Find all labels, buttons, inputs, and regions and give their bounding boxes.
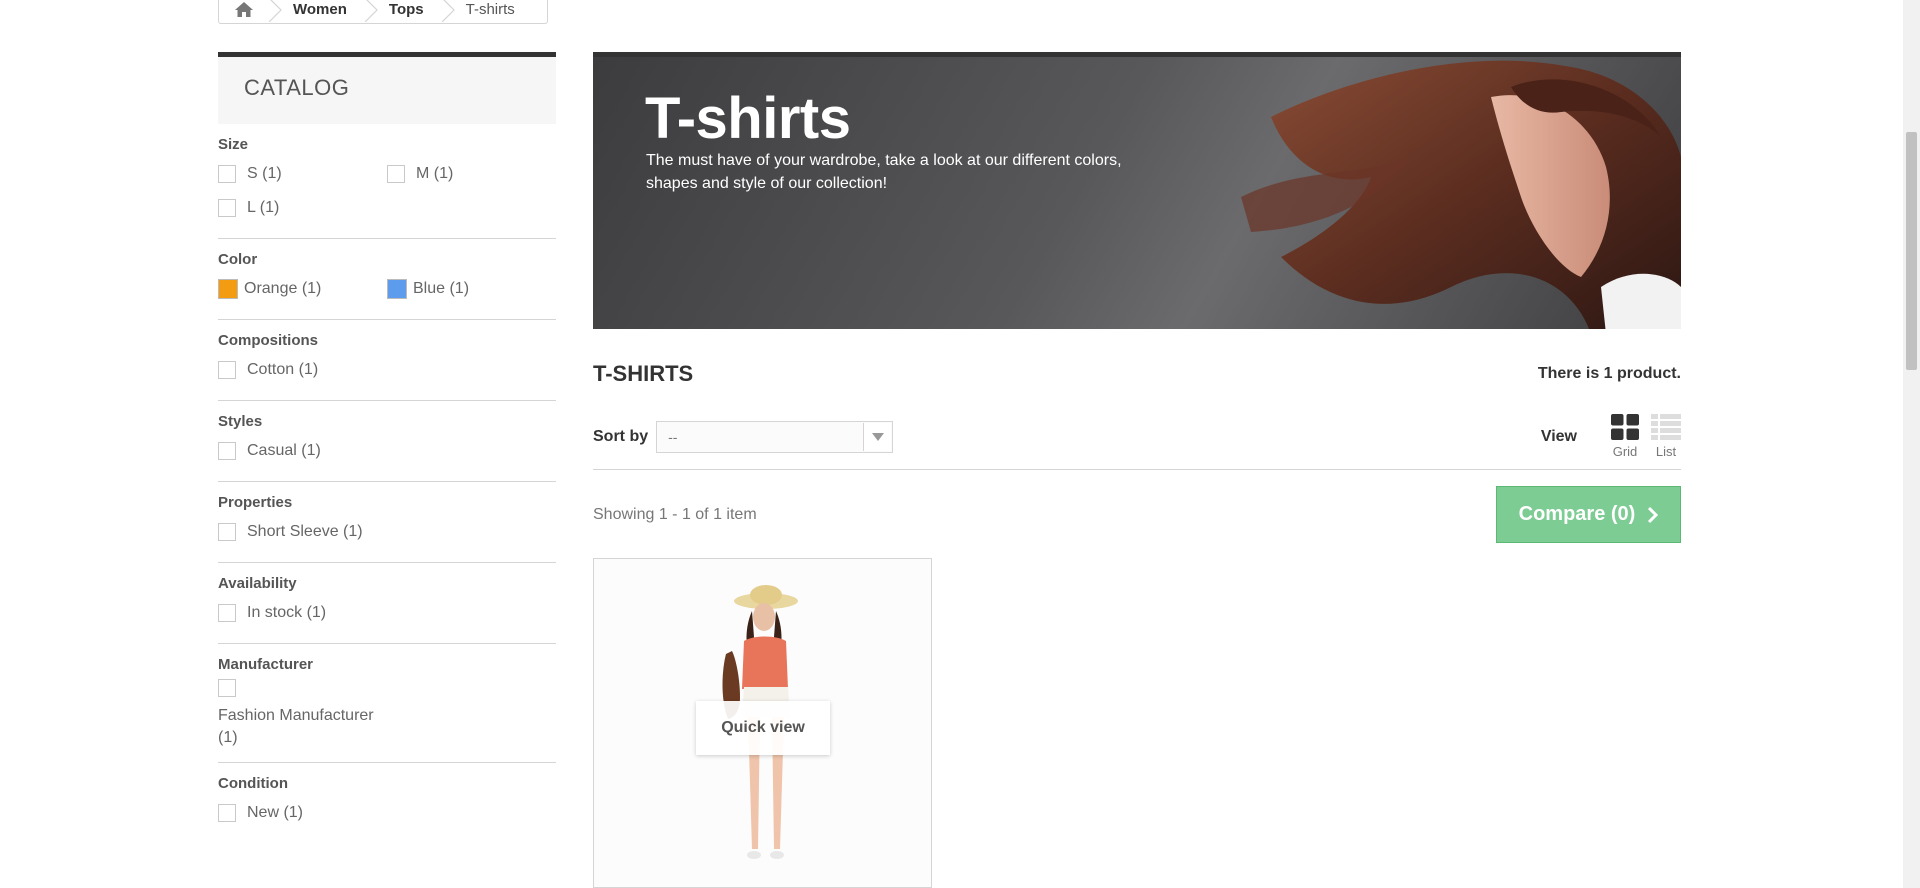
filter-properties: Properties Short Sleeve (1) xyxy=(218,482,556,563)
checkbox[interactable] xyxy=(218,442,236,460)
main-content: T-shirts The must have of your wardrobe,… xyxy=(593,52,1681,888)
filter-manufacturer: Manufacturer Fashion Manufacturer (1) xyxy=(218,644,556,763)
filter-title: Condition xyxy=(218,775,288,792)
home-icon xyxy=(235,2,253,17)
filter-option-color-blue[interactable]: Blue (1) xyxy=(387,272,556,306)
filter-color: Color Orange (1) Blue (1) xyxy=(218,239,556,320)
catalog-title: CATALOG xyxy=(218,52,556,124)
category-banner: T-shirts The must have of your wardrobe,… xyxy=(593,52,1681,329)
filter-condition: Condition New (1) xyxy=(218,763,556,843)
filter-compositions: Compositions Cotton (1) xyxy=(218,320,556,401)
filter-styles: Styles Casual (1) xyxy=(218,401,556,482)
sort-label: Sort by xyxy=(593,427,649,445)
filter-title: Size xyxy=(218,136,249,153)
product-count: There is 1 product. xyxy=(1537,365,1681,382)
filter-title: Availability xyxy=(218,575,297,592)
checkbox[interactable] xyxy=(218,199,236,217)
sort-select[interactable]: -- xyxy=(656,420,894,453)
compare-label: Compare (0) xyxy=(1518,503,1636,525)
checkbox[interactable] xyxy=(218,804,236,822)
grid-label: Grid xyxy=(1612,444,1638,459)
filter-option-casual[interactable]: Casual (1) xyxy=(218,434,556,468)
checkbox[interactable] xyxy=(218,361,236,379)
breadcrumb-label: Women xyxy=(293,1,347,18)
sort-toolbar: Sort by -- View Grid List xyxy=(593,414,1681,470)
grid-icon xyxy=(1611,414,1639,440)
scrollbar-thumb[interactable] xyxy=(1906,132,1917,370)
chevron-separator-icon xyxy=(441,0,455,22)
filter-option-cotton[interactable]: Cotton (1) xyxy=(218,353,556,387)
page-scrollbar[interactable] xyxy=(1903,0,1920,888)
category-heading: T-SHIRTS xyxy=(593,361,694,386)
checkbox[interactable] xyxy=(387,165,405,183)
product-card[interactable]: Quick view xyxy=(593,558,932,888)
view-grid-button[interactable]: Grid xyxy=(1611,414,1639,459)
view-list-button[interactable]: List xyxy=(1651,414,1681,459)
showing-count: Showing 1 - 1 of 1 item xyxy=(593,505,757,523)
checkbox[interactable] xyxy=(218,604,236,622)
chevron-down-icon xyxy=(871,432,884,441)
filter-availability: Availability In stock (1) xyxy=(218,563,556,644)
breadcrumb-item-women[interactable]: Women xyxy=(268,0,365,24)
filter-title: Properties xyxy=(218,494,293,511)
checkbox[interactable] xyxy=(218,679,236,697)
select-arrow-button[interactable] xyxy=(863,422,892,451)
breadcrumb-item-tshirts: T-shirts xyxy=(441,0,533,24)
breadcrumb: Women Tops T-shirts xyxy=(218,0,548,24)
filter-title: Compositions xyxy=(218,332,318,349)
layered-navigation: CATALOG Size S (1) M (1) L (1) Color Ora… xyxy=(218,52,556,843)
filter-option-short-sleeve[interactable]: Short Sleeve (1) xyxy=(218,515,556,549)
filter-option-fashion-manufacturer[interactable]: Fashion Manufacturer (1) xyxy=(218,679,556,749)
banner-description: The must have of your wardrobe, take a l… xyxy=(646,152,1122,192)
view-label: View xyxy=(1540,428,1577,445)
filter-option-size-s[interactable]: S (1) xyxy=(218,157,387,191)
breadcrumb-home[interactable] xyxy=(219,0,269,24)
quick-view-button[interactable]: Quick view xyxy=(696,701,830,755)
filter-option-in-stock[interactable]: In stock (1) xyxy=(218,596,556,630)
filter-size: Size S (1) M (1) L (1) xyxy=(218,124,556,239)
filter-option-size-m[interactable]: M (1) xyxy=(387,157,556,191)
filter-option-size-l[interactable]: L (1) xyxy=(218,191,387,225)
breadcrumb-label: T-shirts xyxy=(465,1,515,18)
filter-title: Styles xyxy=(218,413,263,430)
chevron-separator-icon xyxy=(268,0,282,22)
banner-title: T-shirts xyxy=(645,86,851,151)
checkbox[interactable] xyxy=(218,523,236,541)
breadcrumb-item-tops[interactable]: Tops xyxy=(364,0,442,24)
checkbox[interactable] xyxy=(218,165,236,183)
chevron-right-icon xyxy=(1648,506,1659,523)
chevron-separator-icon xyxy=(364,0,378,22)
breadcrumb-label: Tops xyxy=(388,1,424,18)
banner-model-image xyxy=(1241,60,1681,329)
compare-button[interactable]: Compare (0) xyxy=(1496,486,1681,543)
sort-select-value: -- xyxy=(668,428,678,445)
color-swatch-orange[interactable] xyxy=(218,279,238,299)
color-swatch-blue[interactable] xyxy=(387,279,407,299)
list-label: List xyxy=(1655,444,1677,459)
filter-option-color-orange[interactable]: Orange (1) xyxy=(218,272,387,306)
filter-option-new[interactable]: New (1) xyxy=(218,796,556,830)
filter-title: Manufacturer xyxy=(218,656,314,673)
filter-title: Color xyxy=(218,251,258,268)
list-icon xyxy=(1651,414,1681,440)
